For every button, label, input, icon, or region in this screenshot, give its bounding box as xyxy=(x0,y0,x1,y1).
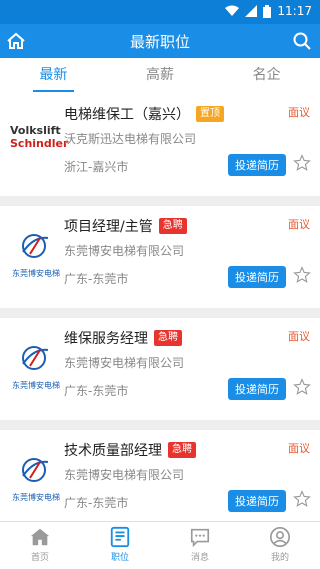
job-location: 广东-东莞市 xyxy=(64,272,129,286)
company-logo-label: 东莞博安电梯 xyxy=(12,269,60,278)
home-icon xyxy=(30,528,50,546)
tab-high-salary[interactable]: 高薪 xyxy=(107,58,214,94)
job-title: 项目经理/主管 xyxy=(64,219,153,235)
job-title: 维保服务经理 xyxy=(64,331,148,347)
apply-button[interactable]: 投递简历 xyxy=(228,378,286,400)
nav-messages[interactable]: 消息 xyxy=(160,522,240,569)
urgent-badge: 急聘 xyxy=(154,330,182,346)
status-time: 11:17 xyxy=(277,4,312,18)
message-icon xyxy=(190,528,210,548)
tab-latest[interactable]: 最新 xyxy=(0,58,107,94)
app-bar: 最新职位 xyxy=(0,24,320,58)
job-card[interactable]: 东莞博安电梯 维保服务经理 急聘 东莞博安电梯有限公司 广东-东莞市 面议 投递… xyxy=(0,318,320,420)
job-location: 广东-东莞市 xyxy=(64,384,129,398)
pinned-badge: 置顶 xyxy=(196,106,224,122)
company-logo-label: 东莞博安电梯 xyxy=(12,381,60,390)
job-card[interactable]: 东莞博安电梯 项目经理/主管 急聘 东莞博安电梯有限公司 广东-东莞市 面议 投… xyxy=(0,206,320,308)
job-location: 浙江-嘉兴市 xyxy=(64,160,129,174)
company-name: 沃克斯迅达电梯有限公司 xyxy=(64,132,197,146)
star-icon[interactable] xyxy=(293,154,311,172)
job-list: Volkslift Schindler 电梯维保工（嘉兴） 置顶 沃克斯迅达电梯… xyxy=(0,94,320,521)
page-title: 最新职位 xyxy=(129,32,190,51)
star-icon[interactable] xyxy=(293,266,311,284)
tab-famous-companies[interactable]: 名企 xyxy=(213,58,320,94)
salary: 面议 xyxy=(288,442,310,455)
nav-jobs-label: 职位 xyxy=(110,553,129,563)
salary: 面议 xyxy=(288,106,310,119)
job-title: 技术质量部经理 xyxy=(64,443,162,459)
home-icon[interactable] xyxy=(6,31,26,51)
company-name: 东莞博安电梯有限公司 xyxy=(64,244,185,258)
job-location: 广东-东莞市 xyxy=(64,496,129,510)
nav-profile-label: 我的 xyxy=(270,553,289,563)
star-icon[interactable] xyxy=(293,490,311,508)
nav-jobs[interactable]: 职位 xyxy=(80,522,160,569)
signal-icon xyxy=(245,5,258,17)
urgent-badge: 急聘 xyxy=(168,442,196,458)
apply-button[interactable]: 投递简历 xyxy=(228,266,286,288)
apply-button[interactable]: 投递简历 xyxy=(228,490,286,512)
nav-profile[interactable]: 我的 xyxy=(240,522,320,569)
apply-button[interactable]: 投递简历 xyxy=(228,154,286,176)
company-logo: Volkslift Schindler xyxy=(10,124,69,150)
job-card[interactable]: 东莞博安电梯 技术质量部经理 急聘 东莞博安电梯有限公司 广东-东莞市 面议 投… xyxy=(0,430,320,521)
company-name: 东莞博安电梯有限公司 xyxy=(64,468,185,482)
salary: 面议 xyxy=(288,330,310,343)
company-logo-label: 东莞博安电梯 xyxy=(12,493,60,502)
company-name: 东莞博安电梯有限公司 xyxy=(64,356,185,370)
wifi-icon xyxy=(225,5,240,16)
nav-messages-label: 消息 xyxy=(190,553,209,563)
job-title: 电梯维保工（嘉兴） xyxy=(64,107,190,123)
nav-home[interactable]: 首页 xyxy=(0,522,80,569)
profile-icon xyxy=(270,527,290,547)
salary: 面议 xyxy=(288,218,310,231)
job-card[interactable]: Volkslift Schindler 电梯维保工（嘉兴） 置顶 沃克斯迅达电梯… xyxy=(0,94,320,196)
search-icon[interactable] xyxy=(292,31,312,51)
jobs-icon xyxy=(110,526,130,548)
nav-home-label: 首页 xyxy=(30,553,49,563)
battery-icon xyxy=(263,4,272,18)
urgent-badge: 急聘 xyxy=(158,218,187,234)
star-icon[interactable] xyxy=(293,378,311,396)
tab-bar: 最新 高薪 名企 xyxy=(0,58,320,94)
bottom-nav: 首页 职位 消息 我的 xyxy=(0,521,320,569)
status-bar: 11:17 xyxy=(0,0,320,24)
